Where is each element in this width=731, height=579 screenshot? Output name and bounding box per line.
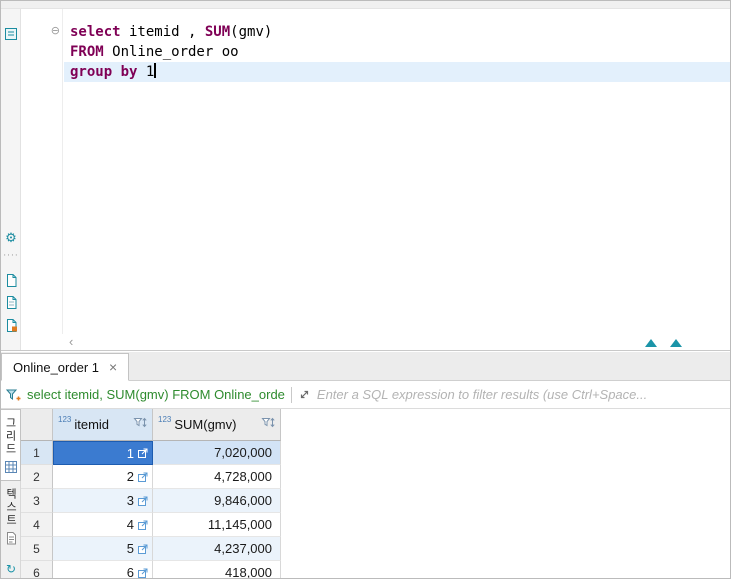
tab-online-order-1[interactable]: Online_order 1 × (1, 353, 130, 381)
reference-link-icon (138, 448, 148, 458)
settings-gear-icon[interactable]: ⚙ (1, 231, 21, 246)
grid-view-label: 그리드 (4, 417, 17, 456)
numeric-type-badge: 123 (58, 415, 72, 424)
table-row: 5 5 4,237,000 (21, 537, 730, 561)
text-view-label: 텍스트 (4, 488, 18, 527)
cell-itemid[interactable]: 3 (53, 489, 153, 513)
cell-gmv[interactable]: 9,846,000 (153, 489, 281, 513)
script-file-icon[interactable] (1, 273, 21, 292)
cell-gmv[interactable]: 7,020,000 (153, 441, 281, 465)
dbeaver-window: ⚙ ···· ⊖ select itemid , SUM(gmv) FROM O… (0, 0, 731, 579)
panel-restore-arrows (645, 339, 682, 347)
refresh-icon[interactable]: ↻ (1, 562, 21, 576)
reference-link-icon (138, 544, 148, 554)
active-query-text: select itemid, SUM(gmv) FROM Online_orde (27, 387, 285, 402)
collapse-up-icon[interactable] (670, 339, 682, 347)
toolbar-dots-icon: ···· (3, 251, 19, 261)
row-number[interactable]: 5 (21, 537, 53, 561)
cell-gmv[interactable]: 4,728,000 (153, 465, 281, 489)
grid-view-icon (4, 461, 17, 473)
filter-separator (290, 386, 292, 403)
table-row: 1 1 7,020,000 (21, 441, 730, 465)
fold-collapse-icon[interactable]: ⊖ (51, 24, 60, 37)
maximize-up-icon[interactable] (645, 339, 657, 347)
filter-icon[interactable] (5, 388, 21, 402)
tab-text-view[interactable]: 텍스트 (1, 481, 21, 552)
code-area[interactable]: select itemid , SUM(gmv) FROM Online_ord… (64, 9, 730, 334)
reference-link-icon (138, 472, 148, 482)
filter-expression-input[interactable] (316, 387, 725, 402)
table-row: 6 6 418,000 (21, 561, 730, 578)
code-line-2: FROM Online_order oo (70, 44, 239, 60)
results-panel: Online_order 1 × select itemid, SUM(gmv)… (1, 352, 730, 578)
column-label: itemid (74, 417, 110, 432)
row-number[interactable]: 1 (21, 441, 53, 465)
row-number[interactable]: 2 (21, 465, 53, 489)
numeric-type-badge: 123 (158, 415, 172, 424)
reference-link-icon (138, 568, 148, 578)
editor-horizontal-scrollbar[interactable]: ‹ (64, 335, 730, 350)
results-filter-bar: select itemid, SUM(gmv) FROM Online_orde (1, 381, 730, 409)
result-view-tabs: 그리드 텍스트 ↻ (1, 409, 21, 578)
results-tabbar: Online_order 1 × (1, 352, 730, 381)
cell-itemid[interactable]: 5 (53, 537, 153, 561)
cell-gmv[interactable]: 11,145,000 (153, 513, 281, 537)
text-view-icon (6, 532, 16, 545)
filter-sort-icon[interactable] (133, 416, 147, 434)
results-grid: 123 itemid 123 SUM(gmv) 1 1 7,020,000 2 … (21, 409, 730, 578)
code-line-3-current: group by 1 (64, 62, 730, 82)
row-number[interactable]: 3 (21, 489, 53, 513)
open-editor-icon[interactable] (1, 26, 21, 45)
cell-itemid[interactable]: 2 (53, 465, 153, 489)
editor-gutter: ⊖ (22, 9, 63, 334)
filter-sort-icon[interactable] (261, 416, 275, 434)
cell-itemid[interactable]: 4 (53, 513, 153, 537)
tab-label: Online_order 1 (13, 359, 99, 375)
new-script-icon[interactable] (1, 295, 21, 314)
sql-editor-pane: ⚙ ···· ⊖ select itemid , SUM(gmv) FROM O… (1, 9, 730, 351)
top-strip (1, 1, 730, 9)
column-label: SUM(gmv) (174, 417, 237, 432)
column-header-itemid[interactable]: 123 itemid (53, 409, 153, 441)
editor-left-toolbar: ⚙ ···· (1, 9, 21, 350)
code-line-1: select itemid , SUM(gmv) (70, 24, 273, 40)
column-header-sum-gmv[interactable]: 123 SUM(gmv) (153, 409, 281, 441)
table-row: 3 3 9,846,000 (21, 489, 730, 513)
row-number[interactable]: 4 (21, 513, 53, 537)
text-caret (154, 63, 156, 78)
cell-gmv[interactable]: 418,000 (153, 561, 281, 578)
tab-close-icon[interactable]: × (109, 360, 117, 374)
cell-gmv[interactable]: 4,237,000 (153, 537, 281, 561)
table-row: 2 2 4,728,000 (21, 465, 730, 489)
save-script-icon[interactable] (1, 318, 21, 337)
row-number[interactable]: 6 (21, 561, 53, 578)
grid-area: 그리드 텍스트 ↻ 123 itemid 123 SUM(gmv) 1 1 7,… (1, 409, 730, 578)
tab-grid-view[interactable]: 그리드 (1, 409, 21, 481)
cell-itemid[interactable]: 6 (53, 561, 153, 578)
grid-header-row: 123 itemid 123 SUM(gmv) (21, 409, 730, 441)
reference-link-icon (138, 520, 148, 530)
open-filter-editor-icon[interactable] (298, 388, 311, 401)
cell-itemid[interactable]: 1 (53, 441, 153, 465)
table-row: 4 4 11,145,000 (21, 513, 730, 537)
reference-link-icon (138, 496, 148, 506)
scroll-left-arrow-icon[interactable]: ‹ (69, 334, 73, 349)
select-all-corner-cell[interactable] (21, 409, 53, 441)
